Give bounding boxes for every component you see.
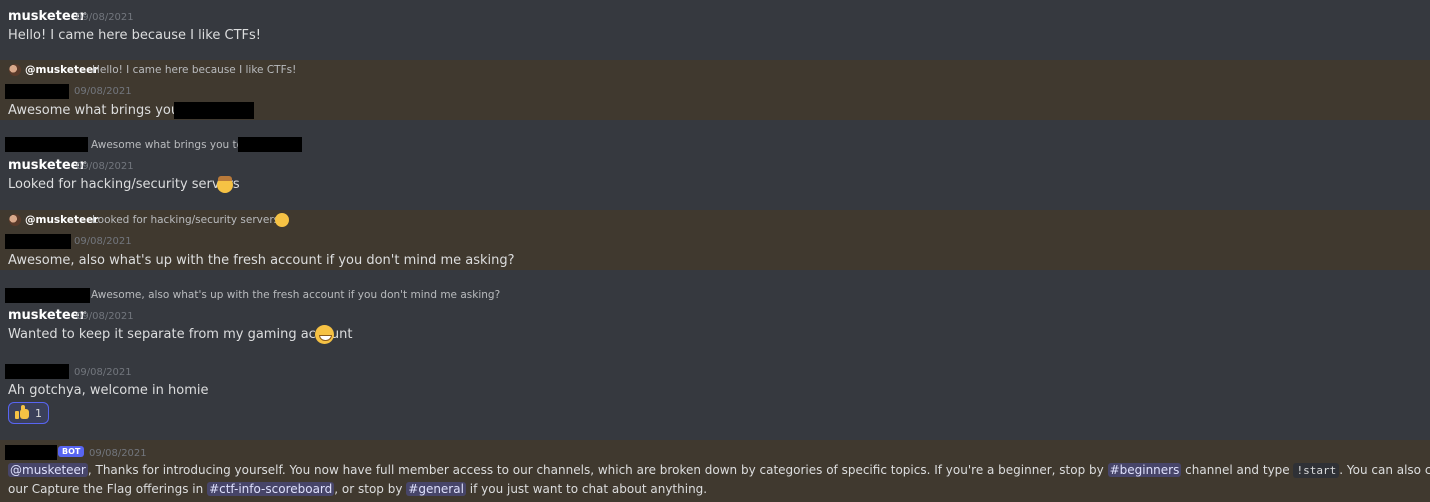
channel-link-general[interactable]: #general	[406, 482, 466, 496]
message-4: @musketeer Looked for hacking/security s…	[0, 210, 1430, 270]
channel-link-beginners[interactable]: #beginners	[1107, 463, 1182, 477]
message-1: musketeer 09/08/2021 Hello! I came here …	[0, 0, 1430, 60]
message-3: Awesome what brings you to musketeer 09/…	[0, 120, 1430, 210]
message-2: @musketeer Hello! I came here because I …	[0, 60, 1430, 120]
user-mention[interactable]: @musketeer	[8, 463, 88, 477]
avatar	[9, 64, 21, 76]
message-text: Looked for hacking/security servers	[8, 177, 240, 192]
reply-author[interactable]: @musketeer	[25, 64, 98, 76]
author-name[interactable]: musketeer	[8, 158, 86, 173]
timestamp: 09/08/2021	[74, 86, 132, 97]
author-name[interactable]: musketeer	[8, 308, 86, 323]
grinning-face-icon[interactable]	[315, 325, 334, 344]
redacted-server-name	[174, 102, 254, 119]
message-text: Awesome what brings you to	[8, 103, 197, 118]
text-segment: . You can also check out	[1339, 463, 1430, 477]
avatar	[9, 214, 21, 226]
reply-author[interactable]: @musketeer	[25, 214, 98, 226]
text-segment: our Capture the Flag offerings in	[8, 482, 208, 496]
reply-preview-text[interactable]: Hello! I came here because I like CTFs!	[92, 64, 296, 76]
text-segment: if you just want to chat about anything.	[465, 482, 708, 496]
reply-preview-text[interactable]: Awesome, also what's up with the fresh a…	[91, 289, 500, 301]
timestamp: 09/08/2021	[76, 311, 134, 322]
reaction-count: 1	[35, 406, 42, 420]
timestamp: 09/08/2021	[74, 236, 132, 247]
text-segment: , or stop by	[334, 482, 407, 496]
redacted-username	[5, 84, 69, 99]
bot-tag: BOT	[58, 446, 85, 457]
message-text-line-2: our Capture the Flag offerings in #ctf-i…	[8, 482, 707, 496]
redacted-reply-author	[5, 137, 88, 152]
thumbs-up-icon	[15, 405, 29, 419]
redacted-username	[5, 234, 71, 249]
reply-preview-text[interactable]: Awesome what brings you to	[91, 139, 243, 151]
reaction-button[interactable]: 1	[8, 402, 49, 424]
redacted-server-name	[238, 137, 302, 152]
text-segment: , Thanks for introducing yourself. You n…	[87, 463, 1108, 477]
message-text: Awesome, also what's up with the fresh a…	[8, 253, 515, 268]
cowboy-face-icon[interactable]	[217, 176, 233, 193]
message-7-bot: BOT 09/08/2021 @musketeer, Thanks for in…	[0, 440, 1430, 502]
redacted-username	[5, 364, 69, 379]
timestamp: 09/08/2021	[89, 448, 147, 459]
channel-link-ctf-info-scoreboard[interactable]: #ctf-info-scoreboard	[207, 482, 335, 496]
message-5: Awesome, also what's up with the fresh a…	[0, 270, 1430, 350]
reply-preview-text[interactable]: Looked for hacking/security servers	[92, 214, 279, 226]
author-name[interactable]: musketeer	[8, 9, 86, 24]
message-text-line-1: @musketeer, Thanks for introducing yours…	[8, 463, 1430, 478]
cowboy-face-icon	[275, 213, 289, 227]
timestamp: 09/08/2021	[74, 367, 132, 378]
redacted-reply-author	[5, 288, 90, 303]
timestamp: 09/08/2021	[76, 161, 134, 172]
message-6: 09/08/2021 Ah gotchya, welcome in homie …	[0, 350, 1430, 440]
text-segment: channel and type	[1181, 463, 1294, 477]
message-text: Ah gotchya, welcome in homie	[8, 383, 209, 398]
redacted-bot-name	[5, 445, 57, 460]
message-text: Wanted to keep it separate from my gamin…	[8, 327, 353, 342]
inline-code: !start	[1293, 463, 1340, 478]
chat-log: musketeer 09/08/2021 Hello! I came here …	[0, 0, 1430, 502]
message-text: Hello! I came here because I like CTFs!	[8, 28, 261, 43]
timestamp: 09/08/2021	[76, 12, 134, 23]
